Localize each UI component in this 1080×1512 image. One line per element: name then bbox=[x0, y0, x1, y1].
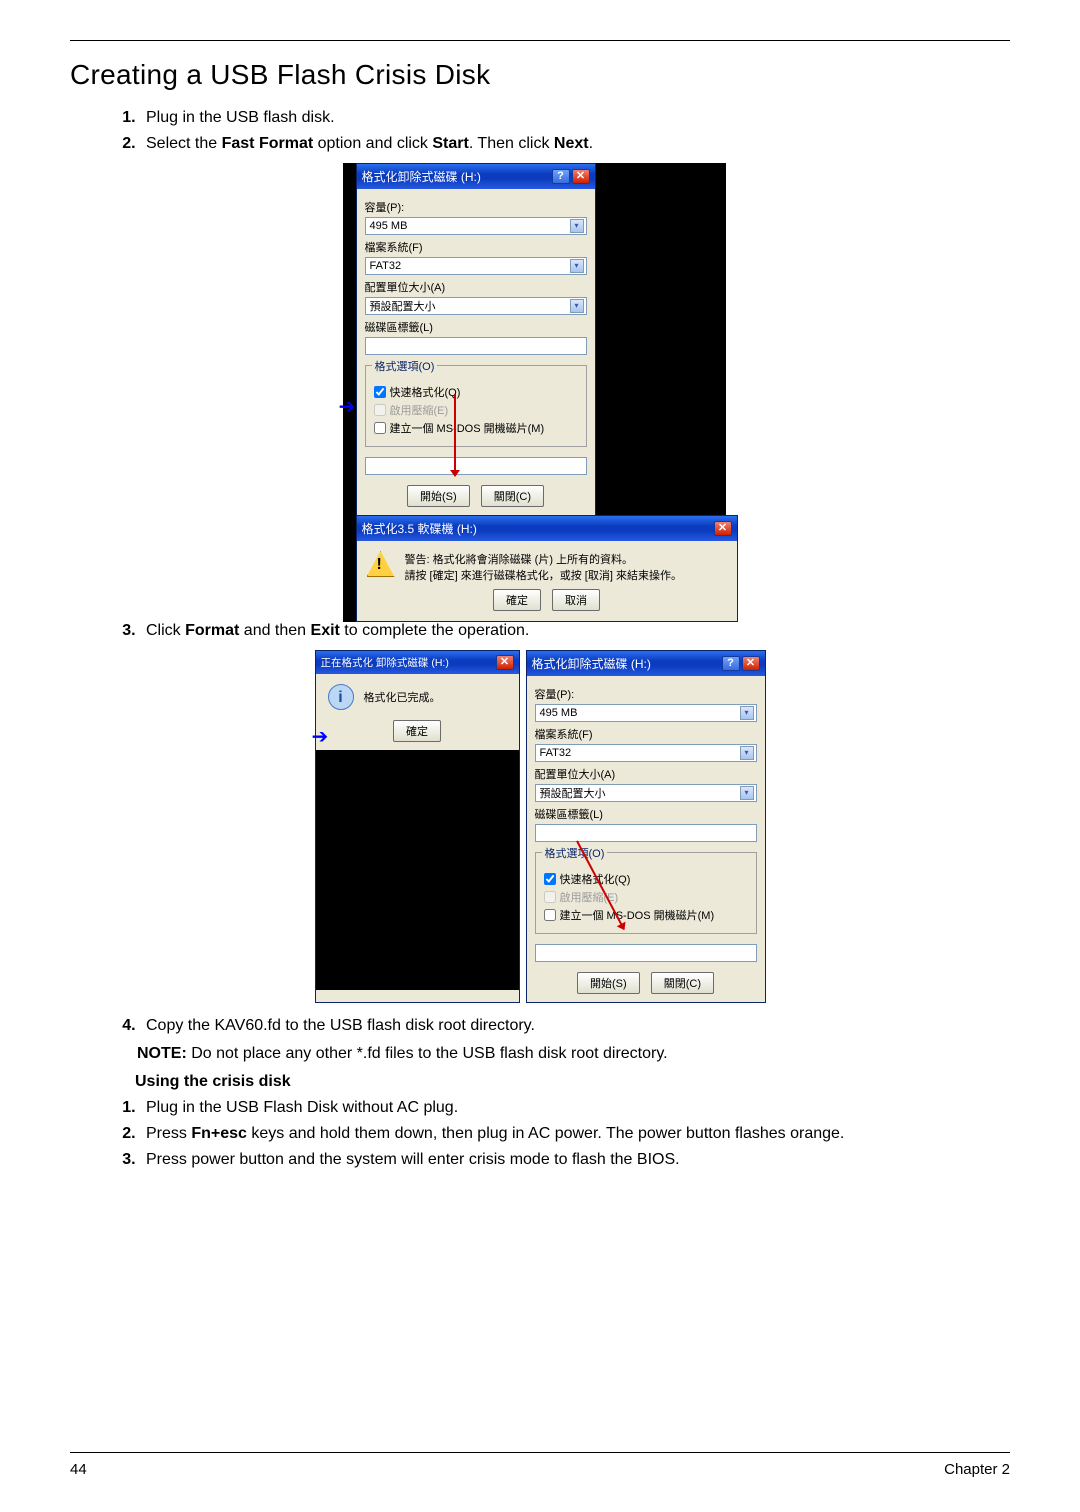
close-button[interactable]: ✕ bbox=[572, 169, 590, 184]
chevron-down-icon: ▾ bbox=[570, 299, 584, 313]
step-3: Click Format and then Exit to complete t… bbox=[140, 622, 1010, 640]
warning-icon bbox=[367, 551, 395, 577]
format-dialog-2-title: 格式化卸除式磁碟 (H:) bbox=[532, 655, 651, 672]
d2-close-button[interactable]: 關閉(C) bbox=[651, 972, 714, 994]
capacity-label: 容量(P): bbox=[365, 199, 587, 215]
b-step-1: Plug in the USB Flash Disk without AC pl… bbox=[140, 1099, 1010, 1117]
complete-titlebar: 正在格式化 卸除式磁碟 (H:) ✕ bbox=[316, 651, 519, 674]
black-right-pad bbox=[596, 163, 726, 516]
chapter-label: Chapter 2 bbox=[944, 1461, 1010, 1478]
vol-label: 磁碟區標籤(L) bbox=[365, 319, 587, 335]
page-title: Creating a USB Flash Crisis Disk bbox=[70, 59, 1010, 91]
format-dialog-1-title: 格式化卸除式磁碟 (H:) bbox=[362, 168, 481, 185]
capacity-select[interactable]: 495 MB▾ bbox=[365, 217, 587, 235]
b-step-3-text: Press power button and the system will e… bbox=[146, 1151, 680, 1168]
step-2: Select the Fast Format option and click … bbox=[140, 135, 1010, 153]
warning-close-button[interactable]: ✕ bbox=[714, 521, 732, 536]
d2-msdos-label: 建立一個 MS-DOS 開機磁片(M) bbox=[560, 907, 715, 923]
b-step-3: Press power button and the system will e… bbox=[140, 1151, 1010, 1169]
steps-group-b: Plug in the USB Flash Disk without AC pl… bbox=[70, 1099, 1010, 1169]
warning-titlebar: 格式化3.5 軟碟機 (H:) ✕ bbox=[357, 516, 737, 541]
warning-title: 格式化3.5 軟碟機 (H:) bbox=[362, 520, 477, 537]
fs-label: 檔案系統(F) bbox=[365, 239, 587, 255]
warning-line1: 警告: 格式化將會消除磁碟 (片) 上所有的資料。 bbox=[405, 551, 682, 567]
chevron-down-icon: ▾ bbox=[570, 219, 584, 233]
d2-capacity-select[interactable]: 495 MB▾ bbox=[535, 704, 757, 722]
d2-fs-select[interactable]: FAT32▾ bbox=[535, 744, 757, 762]
note-line: NOTE: Do not place any other *.fd files … bbox=[95, 1045, 1010, 1063]
d2-capacity-label: 容量(P): bbox=[535, 686, 757, 702]
red-arrow-1 bbox=[454, 394, 456, 476]
start-button[interactable]: 開始(S) bbox=[407, 485, 470, 507]
note-text: Do not place any other *.fd files to the… bbox=[187, 1045, 668, 1062]
vol-input[interactable] bbox=[365, 337, 587, 355]
help-button[interactable]: ? bbox=[552, 169, 570, 184]
chevron-down-icon: ▾ bbox=[740, 786, 754, 800]
warning-ok-button[interactable]: 確定 bbox=[493, 589, 541, 611]
help-button-2[interactable]: ? bbox=[722, 656, 740, 671]
msdos-label: 建立一個 MS-DOS 開機磁片(M) bbox=[390, 420, 545, 436]
d2-fs-label: 檔案系統(F) bbox=[535, 726, 757, 742]
step-1: Plug in the USB flash disk. bbox=[140, 109, 1010, 127]
steps-group-a3: Copy the KAV60.fd to the USB flash disk … bbox=[70, 1017, 1010, 1035]
format-dialog-2-titlebar: 格式化卸除式磁碟 (H:) ? ✕ bbox=[527, 651, 765, 676]
d2-format-options: 格式選項(O) 快速格式化(Q) 啟用壓縮(E) 建立一個 MS-DOS 開機磁… bbox=[535, 852, 757, 934]
warning-line2: 請按 [確定] 來進行磁碟格式化，或按 [取消] 來結束操作。 bbox=[405, 567, 682, 583]
complete-close-button[interactable]: ✕ bbox=[496, 655, 514, 670]
d2-compress-checkbox bbox=[544, 891, 556, 903]
compress-label: 啟用壓縮(E) bbox=[390, 402, 449, 418]
steps-group-a: Plug in the USB flash disk. Select the F… bbox=[70, 109, 1010, 153]
complete-title: 正在格式化 卸除式磁碟 (H:) bbox=[321, 655, 449, 670]
page-footer: 44 Chapter 2 bbox=[70, 1452, 1010, 1478]
step-1-text: Plug in the USB flash disk. bbox=[146, 109, 335, 126]
b-step-1-text: Plug in the USB Flash Disk without AC pl… bbox=[146, 1099, 458, 1116]
d2-vol-input[interactable] bbox=[535, 824, 757, 842]
format-dialog-1: 格式化卸除式磁碟 (H:) ? ✕ 容量(P): 495 MB▾ 檔案系統(F)… bbox=[356, 163, 596, 516]
close-button-2[interactable]: ✕ bbox=[742, 656, 760, 671]
black-left-strip bbox=[343, 163, 356, 622]
format-dialog-1-titlebar: 格式化卸除式磁碟 (H:) ? ✕ bbox=[357, 164, 595, 189]
step-4: Copy the KAV60.fd to the USB flash disk … bbox=[140, 1017, 1010, 1035]
d2-alloc-label: 配置單位大小(A) bbox=[535, 766, 757, 782]
complete-msg: 格式化已完成。 bbox=[364, 689, 441, 705]
d2-progress bbox=[535, 944, 757, 962]
options-legend: 格式選項(O) bbox=[372, 358, 438, 374]
subheading: Using the crisis disk bbox=[95, 1073, 1010, 1091]
d2-vol-label: 磁碟區標籤(L) bbox=[535, 806, 757, 822]
complete-dialog: 正在格式化 卸除式磁碟 (H:) ✕ i 格式化已完成。 確定 ➔ bbox=[315, 650, 520, 1003]
top-rule bbox=[70, 40, 1010, 41]
alloc-label: 配置單位大小(A) bbox=[365, 279, 587, 295]
page-number: 44 bbox=[70, 1461, 87, 1478]
alloc-select[interactable]: 預設配置大小▾ bbox=[365, 297, 587, 315]
warning-dialog: 格式化3.5 軟碟機 (H:) ✕ 警告: 格式化將會消除磁碟 (片) 上所有的… bbox=[356, 515, 738, 622]
complete-ok-button[interactable]: 確定 bbox=[393, 720, 441, 742]
close-btn2[interactable]: 關閉(C) bbox=[481, 485, 544, 507]
chevron-down-icon: ▾ bbox=[740, 706, 754, 720]
msdos-checkbox[interactable] bbox=[374, 422, 386, 434]
step-4-text: Copy the KAV60.fd to the USB flash disk … bbox=[146, 1017, 535, 1034]
info-icon: i bbox=[328, 684, 354, 710]
steps-group-a2: Click Format and then Exit to complete t… bbox=[70, 622, 1010, 640]
quick-format-label: 快速格式化(Q) bbox=[390, 384, 461, 400]
d2-msdos-checkbox[interactable] bbox=[544, 909, 556, 921]
note-label: NOTE: bbox=[137, 1045, 187, 1062]
chevron-down-icon: ▾ bbox=[740, 746, 754, 760]
compress-checkbox bbox=[374, 404, 386, 416]
fs-select[interactable]: FAT32▾ bbox=[365, 257, 587, 275]
progress-bar bbox=[365, 457, 587, 475]
chevron-down-icon: ▾ bbox=[570, 259, 584, 273]
format-options-group: 格式選項(O) 快速格式化(Q) 啟用壓縮(E) 建立一個 MS-DOS 開機磁… bbox=[365, 365, 587, 447]
black-bottom-pad bbox=[316, 750, 519, 990]
warning-cancel-button[interactable]: 取消 bbox=[552, 589, 600, 611]
d2-options-legend: 格式選項(O) bbox=[542, 845, 608, 861]
b-step-2: Press Fn+esc keys and hold them down, th… bbox=[140, 1125, 1010, 1143]
quick-format-checkbox[interactable] bbox=[374, 386, 386, 398]
d2-quick-checkbox[interactable] bbox=[544, 873, 556, 885]
d2-start-button[interactable]: 開始(S) bbox=[577, 972, 640, 994]
d2-alloc-select[interactable]: 預設配置大小▾ bbox=[535, 784, 757, 802]
format-dialog-2: 格式化卸除式磁碟 (H:) ? ✕ 容量(P): 495 MB▾ 檔案系統(F)… bbox=[526, 650, 766, 1003]
